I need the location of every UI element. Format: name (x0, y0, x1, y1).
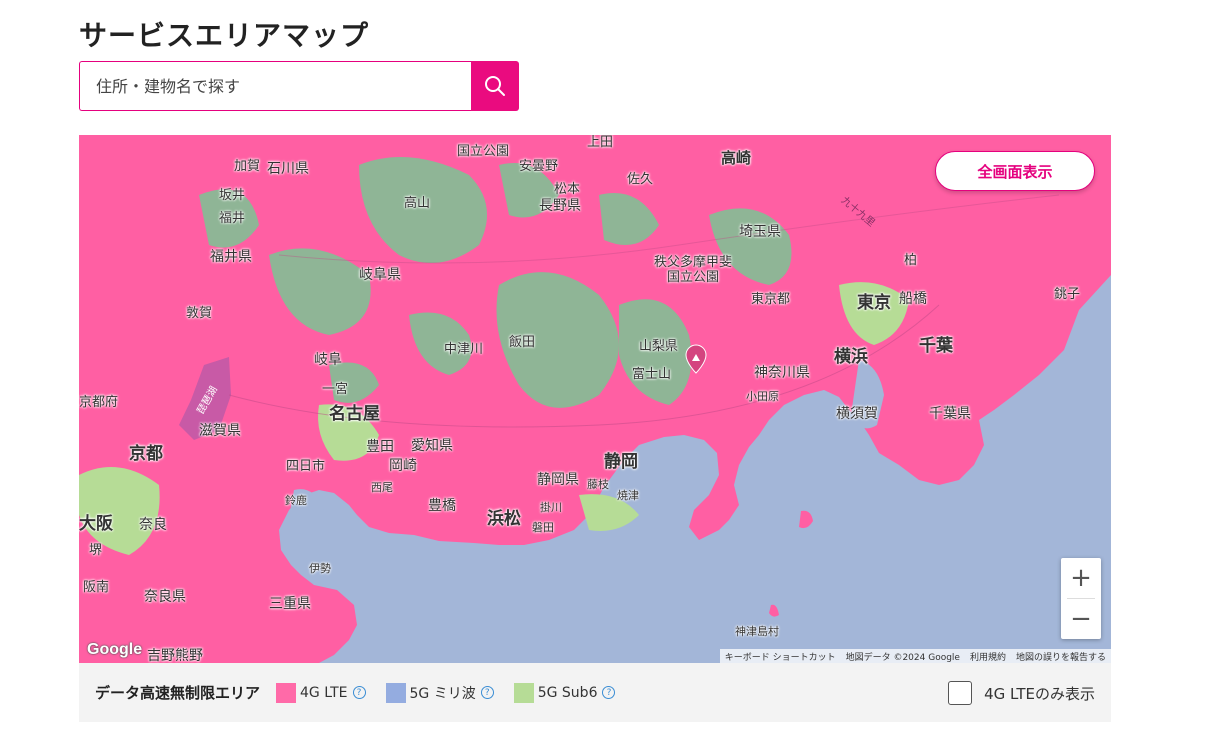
legend-item-5g-sub6: 5G Sub6 ? (513, 682, 616, 703)
place-label: 京都府 (79, 395, 119, 410)
place-label: 奈良 (139, 517, 167, 533)
place-label: 伊勢 (309, 562, 331, 575)
map-data-credit: 地図データ ©2024 Google (845, 653, 960, 663)
place-label: 神奈川県 (754, 365, 810, 381)
coverage-map[interactable]: 国立公園 上田 高崎 安曇野 加賀 石川県 松本 佐久 坂井 長野県 福井 高山… (79, 135, 1111, 663)
place-label: 国立公園 (457, 144, 510, 159)
search-input[interactable] (79, 61, 471, 111)
map-attribution: キーボード ショートカット 地図データ ©2024 Google 利用規約 地図… (719, 649, 1111, 663)
keyboard-shortcuts-link[interactable]: キーボード ショートカット (720, 649, 841, 663)
help-icon[interactable]: ? (480, 686, 494, 699)
place-label: 佐久 (627, 172, 654, 187)
place-label: 富士山 (632, 367, 672, 382)
legend-label: 5G ミリ波 (409, 685, 476, 702)
place-label: 岐阜 (314, 352, 342, 368)
lte-only-toggle[interactable]: 4G LTEのみ表示 (948, 681, 1095, 705)
help-icon[interactable]: ? (602, 686, 616, 699)
place-label: 高山 (404, 196, 431, 211)
place-label: 福井 (219, 211, 246, 226)
place-label: 神津島村 (735, 625, 779, 638)
place-label: 堺 (89, 543, 103, 558)
place-label: 中津川 (444, 342, 484, 357)
place-label: 岡崎 (389, 458, 417, 474)
place-label: 鈴鹿 (285, 494, 307, 507)
place-label: 静岡 (604, 452, 638, 472)
place-label: 横須賀 (836, 406, 878, 422)
place-label: 浜松 (487, 509, 521, 529)
place-label: 埼玉県 (739, 224, 781, 240)
place-label: 安曇野 (519, 159, 559, 174)
place-label: 岐阜県 (359, 267, 401, 283)
report-error-link[interactable]: 地図の誤りを報告する (1011, 649, 1111, 663)
place-label: 豊橋 (428, 498, 456, 514)
place-label: 滋賀県 (199, 423, 241, 439)
place-label: 東京 (857, 293, 891, 313)
fullscreen-button[interactable]: 全画面表示 (935, 151, 1095, 191)
place-label: 名古屋 (329, 404, 380, 424)
place-label: 三重県 (269, 596, 311, 612)
place-label: 飯田 (509, 335, 536, 350)
place-label: 藤枝 (587, 478, 609, 491)
place-label: 吉野熊野 (147, 648, 203, 663)
place-label: 長野県 (539, 198, 581, 214)
place-label: 敦賀 (186, 306, 213, 321)
legend-swatch (276, 682, 297, 703)
place-label: 京都 (129, 444, 163, 464)
place-label: 一宮 (322, 382, 349, 397)
lte-only-checkbox[interactable] (948, 681, 973, 705)
coverage-legend: データ高速無制限エリア 4G LTE ? 5G ミリ波 ? 5G Sub6 ? … (79, 663, 1111, 722)
search-icon (485, 76, 505, 96)
lte-only-label: 4G LTEのみ表示 (984, 684, 1095, 703)
search-button[interactable] (471, 61, 519, 111)
place-label: 掛川 (540, 501, 562, 514)
place-label: 小田原 (746, 390, 779, 403)
place-label: 千葉県 (929, 406, 971, 422)
address-search (79, 61, 519, 111)
place-label: 豊田 (366, 439, 394, 455)
place-label: 銚子 (1054, 287, 1081, 302)
legend-label: 5G Sub6 (537, 684, 598, 701)
zoom-out-button[interactable]: − (1061, 599, 1101, 639)
legend-swatch (385, 682, 406, 703)
place-label: 坂井 (219, 188, 246, 203)
place-label: 愛知県 (411, 438, 453, 454)
terms-link[interactable]: 利用規約 (965, 649, 1011, 663)
place-label: 高崎 (721, 149, 752, 167)
place-label: 磐田 (532, 521, 554, 534)
place-label: 四日市 (286, 459, 326, 474)
legend-label: 4G LTE (300, 684, 348, 701)
place-label: 阪南 (83, 580, 110, 595)
place-label: 山梨県 (639, 339, 679, 354)
google-logo: Google (87, 641, 143, 658)
place-label: 焼津 (617, 489, 639, 502)
zoom-control: + − (1061, 558, 1101, 639)
place-label: 大阪 (79, 514, 113, 534)
place-label: 奈良県 (144, 589, 186, 605)
legend-item-5g-mmwave: 5G ミリ波 ? (385, 682, 494, 703)
page-title: サービスエリアマップ (79, 19, 370, 52)
place-label: 東京都 (751, 292, 791, 307)
place-label: 西尾 (371, 481, 393, 494)
zoom-in-button[interactable]: + (1061, 558, 1101, 598)
place-label: 国立公園 (667, 270, 720, 285)
legend-swatch (513, 682, 534, 703)
help-icon[interactable]: ? (352, 686, 366, 699)
place-label: 横浜 (834, 347, 868, 367)
place-label: 石川県 (267, 161, 309, 177)
place-label: 船橋 (899, 291, 927, 307)
place-label: 福井県 (210, 249, 252, 265)
place-label: 静岡県 (537, 472, 579, 488)
legend-item-4g-lte: 4G LTE ? (276, 682, 366, 703)
place-label: 加賀 (234, 159, 261, 174)
place-label: 柏 (904, 253, 918, 268)
place-label: 千葉 (919, 336, 953, 356)
place-label: 上田 (587, 135, 614, 150)
legend-title: データ高速無制限エリア (95, 684, 261, 702)
